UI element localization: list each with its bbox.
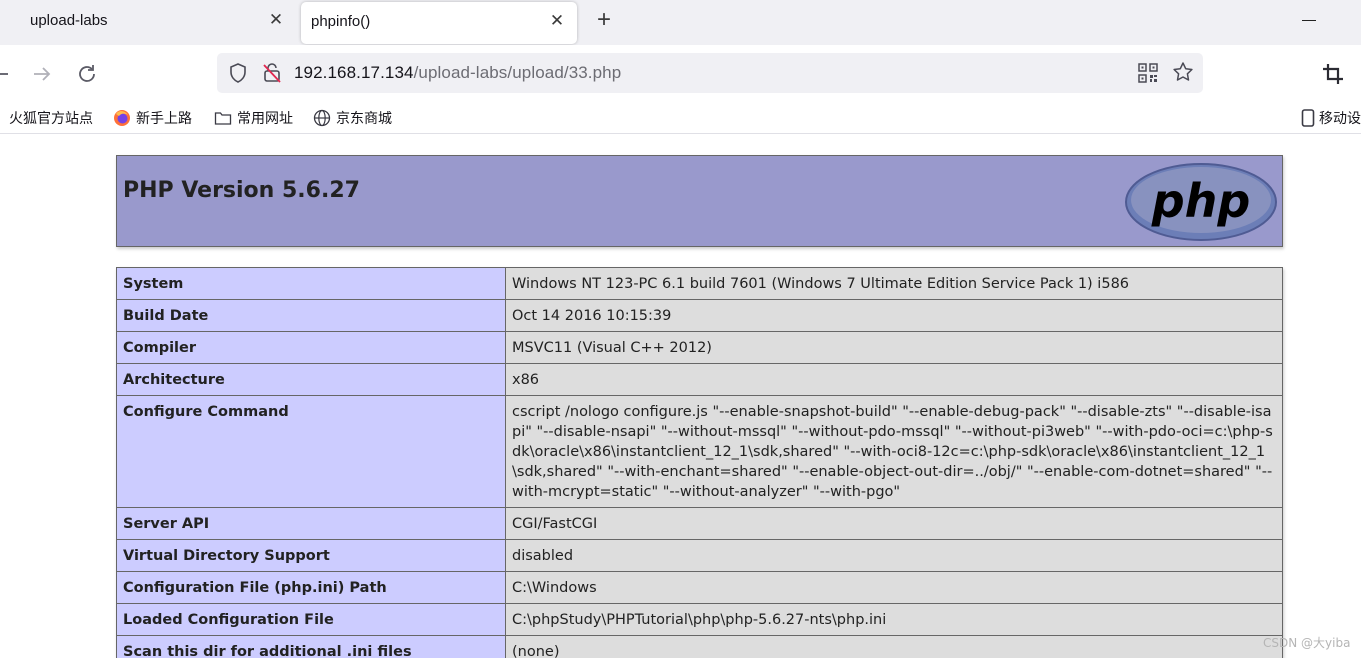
qr-code-icon[interactable] <box>1138 63 1158 83</box>
table-value: Oct 14 2016 10:15:39 <box>505 299 1283 332</box>
table-row: Configuration File (php.ini) Path C:\Wind… <box>116 571 1283 604</box>
forward-arrow-icon <box>34 67 51 81</box>
table-row: Server API CGI/FastCGI <box>116 507 1283 540</box>
screenshot-crop-icon[interactable] <box>1322 63 1344 85</box>
tab-title: phpinfo() <box>311 13 371 30</box>
navigation-bar: 192.168.17.134/upload-labs/upload/33.php <box>0 45 1361 101</box>
new-tab-button[interactable]: + <box>592 8 616 33</box>
table-value: CGI/FastCGI <box>505 507 1283 540</box>
php-version-header: PHP Version 5.6.27 php <box>116 155 1283 247</box>
bookmark-label: 火狐官方站点 <box>9 110 93 126</box>
reload-button[interactable] <box>75 62 99 86</box>
tab-upload-labs[interactable]: upload-labs ✕ <box>0 0 296 43</box>
table-value: MSVC11 (Visual C++ 2012) <box>505 331 1283 364</box>
php-info-table: System Windows NT 123-PC 6.1 build 7601 (… <box>116 267 1283 658</box>
tab-strip: upload-labs ✕ phpinfo() ✕ + <box>0 0 1361 45</box>
mobile-phone-icon <box>1301 109 1315 127</box>
window-minimize-icon[interactable] <box>1302 20 1316 21</box>
table-key: Build Date <box>116 299 506 332</box>
table-row: Architecture x86 <box>116 363 1283 396</box>
folder-icon <box>214 112 232 125</box>
bookmark-jd-mall[interactable]: 京东商城 <box>313 107 392 129</box>
page-content: PHP Version 5.6.27 php System Windows NT … <box>0 135 1361 658</box>
table-value: x86 <box>505 363 1283 396</box>
bookmark-mobile-devices[interactable]: 移动设 <box>1299 107 1361 129</box>
table-key: Configure Command <box>116 395 506 508</box>
table-row: Build Date Oct 14 2016 10:15:39 <box>116 299 1283 332</box>
bookmark-label: 常用网址 <box>237 110 293 126</box>
table-value: C:\Windows <box>505 571 1283 604</box>
table-key: Virtual Directory Support <box>116 539 506 572</box>
php-logo-text: php <box>1151 174 1251 228</box>
table-key: System <box>116 267 506 300</box>
bookmark-label: 京东商城 <box>336 110 392 126</box>
url-text[interactable]: 192.168.17.134/upload-labs/upload/33.php <box>294 63 621 83</box>
table-row: System Windows NT 123-PC 6.1 build 7601 (… <box>116 267 1283 300</box>
insecure-lock-icon[interactable] <box>261 62 283 84</box>
tab-phpinfo[interactable]: phpinfo() ✕ <box>301 2 577 44</box>
bookmarks-bar: 火狐官方站点 新手上路 常用网址 京东商城 移动设 <box>0 101 1361 134</box>
bookmark-getting-started[interactable]: 新手上路 <box>113 107 192 129</box>
tracking-shield-icon[interactable] <box>227 62 249 84</box>
url-bar[interactable]: 192.168.17.134/upload-labs/upload/33.php <box>217 53 1203 93</box>
table-value: disabled <box>505 539 1283 572</box>
table-row: Virtual Directory Support disabled <box>116 539 1283 572</box>
url-host: 192.168.17.134 <box>294 63 414 82</box>
globe-icon <box>313 109 331 127</box>
firefox-icon <box>114 110 130 126</box>
bookmark-common-sites[interactable]: 常用网址 <box>214 107 293 129</box>
table-key: Scan this dir for additional .ini files <box>116 635 506 658</box>
table-key: Server API <box>116 507 506 540</box>
page-title: PHP Version 5.6.27 <box>123 178 360 203</box>
table-key: Compiler <box>116 331 506 364</box>
table-key: Loaded Configuration File <box>116 603 506 636</box>
forward-button[interactable] <box>30 62 54 86</box>
reload-icon <box>79 65 95 82</box>
table-row: Compiler MSVC11 (Visual C++ 2012) <box>116 331 1283 364</box>
watermark: CSDN @大yiba <box>1263 636 1351 650</box>
back-arrow-icon <box>0 73 8 75</box>
tab-close-icon[interactable]: ✕ <box>266 10 286 30</box>
php-logo[interactable]: php <box>1124 162 1278 242</box>
table-value: Windows NT 123-PC 6.1 build 7601 (Window… <box>505 267 1283 300</box>
url-path: /upload-labs/upload/33.php <box>413 63 622 82</box>
back-button[interactable] <box>0 62 14 86</box>
table-row: Scan this dir for additional .ini files(… <box>116 635 1283 658</box>
table-value: (none) <box>505 635 1283 658</box>
bookmark-label: 新手上路 <box>136 110 192 126</box>
table-key: Architecture <box>116 363 506 396</box>
bookmark-star-icon[interactable] <box>1172 61 1194 83</box>
tab-title: upload-labs <box>30 12 108 29</box>
bookmark-firefox-official[interactable]: 火狐官方站点 <box>0 107 93 129</box>
bookmark-icon <box>0 109 4 127</box>
table-value: cscript /nologo configure.js "--enable-s… <box>505 395 1283 508</box>
table-value: C:\phpStudy\PHPTutorial\php\php-5.6.27-n… <box>505 603 1283 636</box>
table-key: Configuration File (php.ini) Path <box>116 571 506 604</box>
tab-close-icon[interactable]: ✕ <box>547 11 567 31</box>
bookmark-label: 移动设 <box>1319 110 1361 126</box>
table-row: Configure Command cscript /nologo configu… <box>116 395 1283 508</box>
table-row: Loaded Configuration File C:\phpStudy\PHP… <box>116 603 1283 636</box>
